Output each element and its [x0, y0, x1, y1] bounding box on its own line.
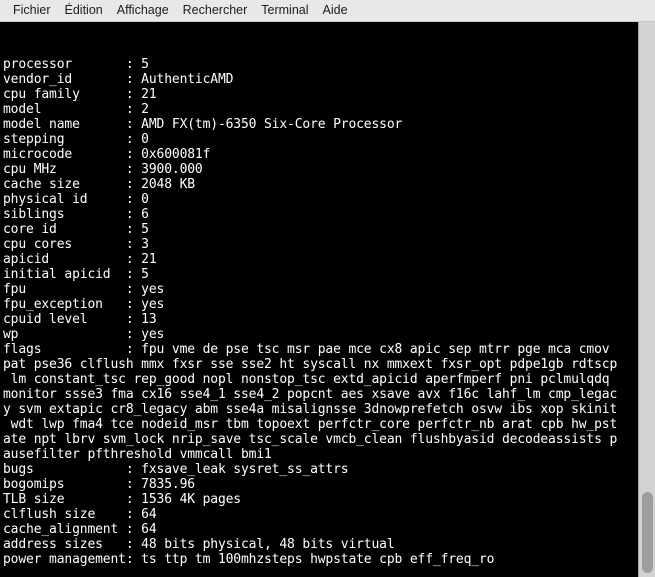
terminal-line: bugs : fxsave_leak sysret_ss_attrs	[3, 462, 349, 477]
terminal-screen[interactable]: processor : 5 vendor_id : AuthenticAMD cpu…	[0, 22, 638, 577]
menu-aide[interactable]: Aide	[316, 1, 355, 20]
terminal-line: physical id : 0	[3, 192, 149, 207]
terminal-line: cpu cores : 3	[3, 237, 149, 252]
terminal-line: cpuid level : 13	[3, 312, 157, 327]
terminal-line: power management: ts ttp tm 100mhzsteps …	[3, 552, 495, 567]
terminal-line: ausefilter pfthreshold vmmcall bmi1	[3, 447, 272, 462]
terminal-line: clflush size : 64	[3, 507, 157, 522]
terminal-line: wp : yes	[3, 327, 165, 342]
terminal-line: processor : 5	[3, 57, 149, 72]
terminal-line: monitor ssse3 fma cx16 sse4_1 sse4_2 pop…	[3, 387, 618, 402]
terminal-line: core id : 5	[3, 222, 149, 237]
terminal-line: address sizes : 48 bits physical, 48 bit…	[3, 537, 395, 552]
terminal-line: fpu : yes	[3, 282, 165, 297]
terminal-line: apicid : 21	[3, 252, 157, 267]
terminal-line: TLB size : 1536 4K pages	[3, 492, 241, 507]
terminal-line: model : 2	[3, 102, 149, 117]
terminal-line: vendor_id : AuthenticAMD	[3, 72, 234, 87]
terminal-line: initial apicid : 5	[3, 267, 149, 282]
menu-rechercher[interactable]: Rechercher	[176, 1, 255, 20]
terminal-line: y svm extapic cr8_legacy abm sse4a misal…	[3, 402, 618, 417]
terminal-line: ate npt lbrv svm_lock nrip_save tsc_scal…	[3, 432, 618, 447]
terminal-line: bogomips : 7835.96	[3, 477, 195, 492]
menu-terminal[interactable]: Terminal	[254, 1, 315, 20]
terminal-line: cache size : 2048 KB	[3, 177, 195, 192]
terminal-line: model name : AMD FX(tm)-6350 Six-Core Pr…	[3, 117, 403, 132]
terminal-body: processor : 5 vendor_id : AuthenticAMD cpu…	[0, 22, 655, 577]
terminal-line: lm constant_tsc rep_good nopl nonstop_ts…	[3, 372, 610, 387]
terminal-line: flags : fpu vme de pse tsc msr pae mce c…	[3, 342, 610, 357]
terminal-line: cache_alignment : 64	[3, 522, 157, 537]
terminal-line: siblings : 6	[3, 207, 149, 222]
terminal-line: pat pse36 clflush mmx fxsr sse sse2 ht s…	[3, 357, 618, 372]
terminal-line: cpu family : 21	[3, 87, 157, 102]
terminal-line: cpu MHz : 3900.000	[3, 162, 203, 177]
terminal-line: microcode : 0x600081f	[3, 147, 211, 162]
terminal-line: wdt lwp fma4 tce nodeid_msr tbm topoext …	[3, 417, 618, 432]
menu-fichier[interactable]: Fichier	[6, 1, 58, 20]
menu-bar: Fichier Édition Affichage Rechercher Ter…	[0, 0, 655, 22]
terminal-line: fpu_exception : yes	[3, 297, 165, 312]
menu-edition[interactable]: Édition	[58, 1, 110, 20]
vertical-scrollbar[interactable]	[638, 22, 655, 577]
terminal-output: processor : 5 vendor_id : AuthenticAMD cpu…	[3, 57, 638, 577]
menu-affichage[interactable]: Affichage	[110, 1, 176, 20]
terminal-window: Fichier Édition Affichage Rechercher Ter…	[0, 0, 655, 577]
terminal-line: stepping : 0	[3, 132, 149, 147]
scrollbar-thumb[interactable]	[642, 492, 653, 573]
